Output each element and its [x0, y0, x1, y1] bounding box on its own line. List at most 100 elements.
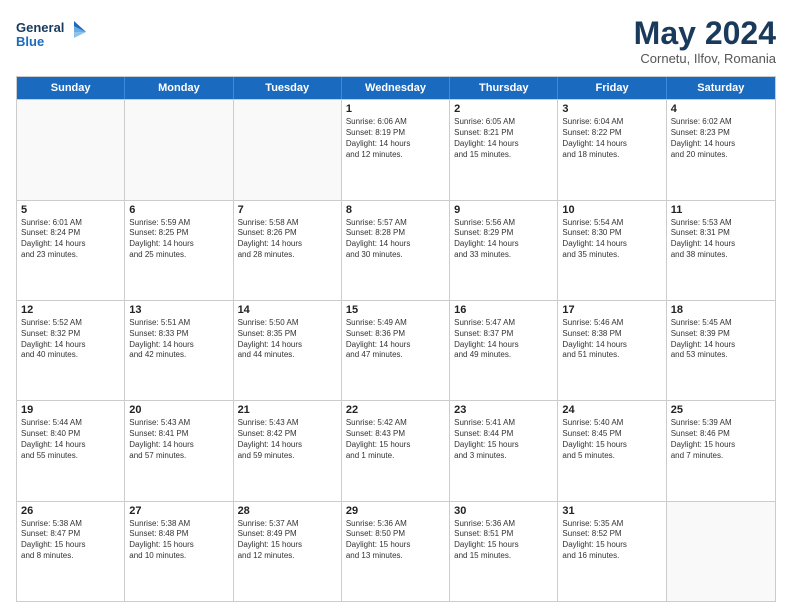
- calendar-cell: 1Sunrise: 6:06 AM Sunset: 8:19 PM Daylig…: [342, 100, 450, 199]
- day-number: 14: [238, 304, 337, 316]
- calendar-cell: 20 Sunrise: 5:43 AM Sunset: 8:41 PM Dayli…: [125, 401, 233, 500]
- month-year-title: May 2024: [634, 16, 776, 51]
- day-number: 16: [454, 304, 553, 316]
- day-number: 12: [21, 304, 120, 316]
- day-info: Sunrise: 5:40 AM Sunset: 8:45 PM Dayligh…: [562, 418, 661, 461]
- calendar-cell: [17, 100, 125, 199]
- weekday-header-thursday: Thursday: [450, 77, 558, 99]
- day-number: 11: [671, 204, 771, 216]
- day-info: Sunrise: 5:42 AM Sunset: 8:43 PM Dayligh…: [346, 418, 445, 461]
- location-subtitle: Cornetu, Ilfov, Romania: [634, 51, 776, 66]
- day-number: 22: [346, 404, 445, 416]
- calendar-cell: 13Sunrise: 5:51 AM Sunset: 8:33 PM Dayli…: [125, 301, 233, 400]
- day-number: 20: [129, 404, 228, 416]
- calendar-cell: 12 Sunrise: 5:52 AM Sunset: 8:32 PM Dayli…: [17, 301, 125, 400]
- calendar-cell: [667, 502, 775, 601]
- calendar-cell: 15 Sunrise: 5:49 AM Sunset: 8:36 PM Dayli…: [342, 301, 450, 400]
- day-number: 10: [562, 204, 661, 216]
- calendar-cell: 26 Sunrise: 5:38 AM Sunset: 8:47 PM Dayli…: [17, 502, 125, 601]
- calendar-cell: 6 Sunrise: 5:59 AM Sunset: 8:25 PM Daylig…: [125, 201, 233, 300]
- day-number: 6: [129, 204, 228, 216]
- day-number: 31: [562, 505, 661, 517]
- day-info: Sunrise: 5:50 AM Sunset: 8:35 PM Dayligh…: [238, 318, 337, 361]
- calendar: SundayMondayTuesdayWednesdayThursdayFrid…: [16, 76, 776, 602]
- day-info: Sunrise: 5:47 AM Sunset: 8:37 PM Dayligh…: [454, 318, 553, 361]
- day-number: 9: [454, 204, 553, 216]
- day-info: Sunrise: 5:58 AM Sunset: 8:26 PM Dayligh…: [238, 218, 337, 261]
- day-info: Sunrise: 5:45 AM Sunset: 8:39 PM Dayligh…: [671, 318, 771, 361]
- calendar-cell: [234, 100, 342, 199]
- day-number: 23: [454, 404, 553, 416]
- calendar-row-1: 1Sunrise: 6:06 AM Sunset: 8:19 PM Daylig…: [17, 99, 775, 199]
- calendar-cell: 2 Sunrise: 6:05 AM Sunset: 8:21 PM Daylig…: [450, 100, 558, 199]
- day-number: 30: [454, 505, 553, 517]
- calendar-cell: 4 Sunrise: 6:02 AM Sunset: 8:23 PM Daylig…: [667, 100, 775, 199]
- day-info: Sunrise: 5:36 AM Sunset: 8:51 PM Dayligh…: [454, 519, 553, 562]
- day-number: 4: [671, 103, 771, 115]
- day-info: Sunrise: 5:52 AM Sunset: 8:32 PM Dayligh…: [21, 318, 120, 361]
- calendar-cell: 31 Sunrise: 5:35 AM Sunset: 8:52 PM Dayli…: [558, 502, 666, 601]
- day-number: 8: [346, 204, 445, 216]
- day-info: Sunrise: 5:43 AM Sunset: 8:41 PM Dayligh…: [129, 418, 228, 461]
- day-info: Sunrise: 6:05 AM Sunset: 8:21 PM Dayligh…: [454, 117, 553, 160]
- svg-text:Blue: Blue: [16, 34, 44, 49]
- calendar-body: 1Sunrise: 6:06 AM Sunset: 8:19 PM Daylig…: [17, 99, 775, 601]
- day-info: Sunrise: 5:54 AM Sunset: 8:30 PM Dayligh…: [562, 218, 661, 261]
- calendar-cell: 18 Sunrise: 5:45 AM Sunset: 8:39 PM Dayli…: [667, 301, 775, 400]
- day-number: 15: [346, 304, 445, 316]
- day-info: Sunrise: 6:04 AM Sunset: 8:22 PM Dayligh…: [562, 117, 661, 160]
- calendar-cell: 11 Sunrise: 5:53 AM Sunset: 8:31 PM Dayli…: [667, 201, 775, 300]
- calendar-cell: 23 Sunrise: 5:41 AM Sunset: 8:44 PM Dayli…: [450, 401, 558, 500]
- calendar-cell: 28Sunrise: 5:37 AM Sunset: 8:49 PM Dayli…: [234, 502, 342, 601]
- calendar-cell: 14 Sunrise: 5:50 AM Sunset: 8:35 PM Dayli…: [234, 301, 342, 400]
- weekday-header-friday: Friday: [558, 77, 666, 99]
- day-number: 3: [562, 103, 661, 115]
- calendar-row-2: 5Sunrise: 6:01 AM Sunset: 8:24 PM Daylig…: [17, 200, 775, 300]
- day-number: 21: [238, 404, 337, 416]
- calendar-cell: 25Sunrise: 5:39 AM Sunset: 8:46 PM Dayli…: [667, 401, 775, 500]
- day-info: Sunrise: 5:41 AM Sunset: 8:44 PM Dayligh…: [454, 418, 553, 461]
- day-number: 19: [21, 404, 120, 416]
- weekday-header-tuesday: Tuesday: [234, 77, 342, 99]
- day-number: 26: [21, 505, 120, 517]
- day-info: Sunrise: 5:59 AM Sunset: 8:25 PM Dayligh…: [129, 218, 228, 261]
- day-info: Sunrise: 6:06 AM Sunset: 8:19 PM Dayligh…: [346, 117, 445, 160]
- day-number: 28: [238, 505, 337, 517]
- title-block: May 2024 Cornetu, Ilfov, Romania: [634, 16, 776, 66]
- day-info: Sunrise: 5:49 AM Sunset: 8:36 PM Dayligh…: [346, 318, 445, 361]
- calendar-cell: 8 Sunrise: 5:57 AM Sunset: 8:28 PM Daylig…: [342, 201, 450, 300]
- calendar-cell: [125, 100, 233, 199]
- day-info: Sunrise: 5:57 AM Sunset: 8:28 PM Dayligh…: [346, 218, 445, 261]
- weekday-header-saturday: Saturday: [667, 77, 775, 99]
- calendar-cell: 7Sunrise: 5:58 AM Sunset: 8:26 PM Daylig…: [234, 201, 342, 300]
- calendar-cell: 10 Sunrise: 5:54 AM Sunset: 8:30 PM Dayli…: [558, 201, 666, 300]
- day-info: Sunrise: 5:44 AM Sunset: 8:40 PM Dayligh…: [21, 418, 120, 461]
- svg-text:General: General: [16, 20, 64, 35]
- calendar-cell: 29Sunrise: 5:36 AM Sunset: 8:50 PM Dayli…: [342, 502, 450, 601]
- day-number: 24: [562, 404, 661, 416]
- logo-svg: General Blue: [16, 16, 86, 56]
- day-number: 18: [671, 304, 771, 316]
- calendar-cell: 27Sunrise: 5:38 AM Sunset: 8:48 PM Dayli…: [125, 502, 233, 601]
- day-number: 5: [21, 204, 120, 216]
- day-info: Sunrise: 5:51 AM Sunset: 8:33 PM Dayligh…: [129, 318, 228, 361]
- day-info: Sunrise: 5:38 AM Sunset: 8:47 PM Dayligh…: [21, 519, 120, 562]
- day-info: Sunrise: 5:53 AM Sunset: 8:31 PM Dayligh…: [671, 218, 771, 261]
- day-info: Sunrise: 5:36 AM Sunset: 8:50 PM Dayligh…: [346, 519, 445, 562]
- weekday-header-wednesday: Wednesday: [342, 77, 450, 99]
- calendar-cell: 19 Sunrise: 5:44 AM Sunset: 8:40 PM Dayli…: [17, 401, 125, 500]
- day-info: Sunrise: 6:02 AM Sunset: 8:23 PM Dayligh…: [671, 117, 771, 160]
- calendar-cell: 22 Sunrise: 5:42 AM Sunset: 8:43 PM Dayli…: [342, 401, 450, 500]
- calendar-row-5: 26 Sunrise: 5:38 AM Sunset: 8:47 PM Dayli…: [17, 501, 775, 601]
- calendar-cell: 16 Sunrise: 5:47 AM Sunset: 8:37 PM Dayli…: [450, 301, 558, 400]
- weekday-header-sunday: Sunday: [17, 77, 125, 99]
- calendar-cell: 9Sunrise: 5:56 AM Sunset: 8:29 PM Daylig…: [450, 201, 558, 300]
- calendar-row-3: 12 Sunrise: 5:52 AM Sunset: 8:32 PM Dayli…: [17, 300, 775, 400]
- calendar-cell: 30 Sunrise: 5:36 AM Sunset: 8:51 PM Dayli…: [450, 502, 558, 601]
- calendar-cell: 5Sunrise: 6:01 AM Sunset: 8:24 PM Daylig…: [17, 201, 125, 300]
- calendar-row-4: 19 Sunrise: 5:44 AM Sunset: 8:40 PM Dayli…: [17, 400, 775, 500]
- day-info: Sunrise: 5:38 AM Sunset: 8:48 PM Dayligh…: [129, 519, 228, 562]
- day-number: 2: [454, 103, 553, 115]
- day-info: Sunrise: 5:35 AM Sunset: 8:52 PM Dayligh…: [562, 519, 661, 562]
- calendar-cell: 3 Sunrise: 6:04 AM Sunset: 8:22 PM Daylig…: [558, 100, 666, 199]
